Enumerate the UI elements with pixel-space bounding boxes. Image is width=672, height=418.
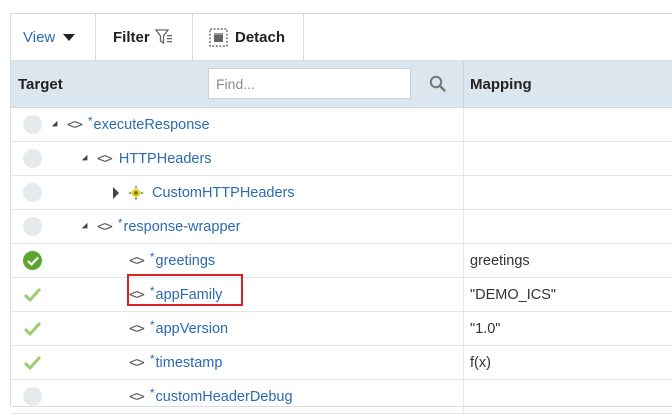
toolbar-divider (95, 14, 96, 60)
required-marker: * (149, 351, 155, 366)
table-bottom-border (11, 406, 672, 407)
table-row[interactable]: <> * customHeaderDebug (11, 380, 672, 414)
code-element-icon: <> (129, 354, 145, 371)
code-element-icon: <> (97, 218, 113, 235)
required-marker: * (149, 249, 155, 264)
table-row[interactable]: <> * appVersion "1.0" (11, 312, 672, 346)
mapper-panel: View Filter Detach Target Find... Mappin… (10, 13, 672, 414)
toolbar-divider (303, 14, 304, 60)
node-label[interactable]: executeResponse (94, 117, 210, 133)
search-icon (429, 75, 446, 92)
node-label[interactable]: customHeaderDebug (156, 389, 293, 405)
target-column-header: Target (18, 76, 63, 93)
toolbar: View Filter Detach (11, 14, 672, 61)
node-label[interactable]: appVersion (156, 321, 229, 337)
node-label[interactable]: response-wrapper (124, 219, 241, 235)
column-divider (463, 61, 464, 107)
code-element-icon: <> (129, 388, 145, 405)
expand-toggle-icon[interactable] (79, 154, 93, 163)
code-element-icon: <> (97, 150, 113, 167)
table-row[interactable]: <> * response-wrapper (11, 210, 672, 244)
mapping-value[interactable]: greetings (470, 244, 530, 277)
checkmark-icon (23, 319, 42, 338)
view-menu-button[interactable]: View (23, 14, 76, 60)
filter-label: Filter (113, 28, 150, 46)
chevron-down-icon (63, 33, 76, 41)
table-row[interactable]: <> * appFamily "DEMO_ICS" (11, 278, 672, 312)
table-row[interactable]: <> HTTPHeaders (11, 142, 672, 176)
node-label[interactable]: HTTPHeaders (119, 151, 212, 167)
required-marker: * (149, 317, 155, 332)
mapping-value[interactable]: "DEMO_ICS" (470, 278, 556, 311)
detach-button[interactable]: Detach (209, 14, 285, 60)
toolbar-divider (192, 14, 193, 60)
detach-icon (209, 27, 228, 47)
view-label: View (23, 28, 56, 46)
code-element-icon: <> (129, 252, 145, 269)
mapping-value[interactable]: "1.0" (470, 312, 500, 345)
code-element-icon: <> (129, 320, 145, 337)
required-marker: * (149, 385, 155, 400)
table-row[interactable]: <> * timestamp f(x) (11, 346, 672, 380)
checkmark-icon (23, 285, 42, 304)
required-marker: * (87, 113, 93, 128)
column-header: Target Mapping (11, 61, 672, 108)
node-label[interactable]: timestamp (156, 355, 223, 371)
expand-toggle-icon[interactable] (79, 222, 93, 231)
unmapped-status-icon (23, 387, 42, 406)
unmapped-status-icon (23, 149, 42, 168)
mapped-status-icon (23, 251, 42, 270)
required-marker: * (117, 215, 123, 230)
table-row[interactable]: CustomHTTPHeaders (11, 176, 672, 210)
unmapped-status-icon (23, 217, 42, 236)
filter-icon (154, 29, 173, 45)
find-input[interactable] (208, 68, 411, 99)
expand-toggle-icon[interactable] (49, 120, 63, 129)
highlight-box (127, 274, 243, 306)
mapping-column-header: Mapping (470, 76, 532, 93)
table-row[interactable]: <> * greetings greetings (11, 244, 672, 278)
search-button[interactable] (421, 68, 453, 99)
code-element-icon: <> (67, 116, 83, 133)
checkmark-icon (23, 353, 42, 372)
collapse-toggle-icon[interactable] (109, 186, 123, 199)
tree-table: <> * executeResponse <> HTTPHeaders Cust… (11, 108, 672, 414)
table-row[interactable]: <> * executeResponse (11, 108, 672, 142)
node-label[interactable]: CustomHTTPHeaders (152, 185, 295, 201)
filter-button[interactable]: Filter (113, 14, 173, 60)
detach-label: Detach (235, 28, 286, 46)
unmapped-status-icon (23, 183, 42, 202)
node-label[interactable]: greetings (156, 253, 216, 269)
unmapped-status-icon (23, 115, 42, 134)
choice-icon (127, 184, 145, 202)
mapping-value[interactable]: f(x) (470, 346, 491, 379)
